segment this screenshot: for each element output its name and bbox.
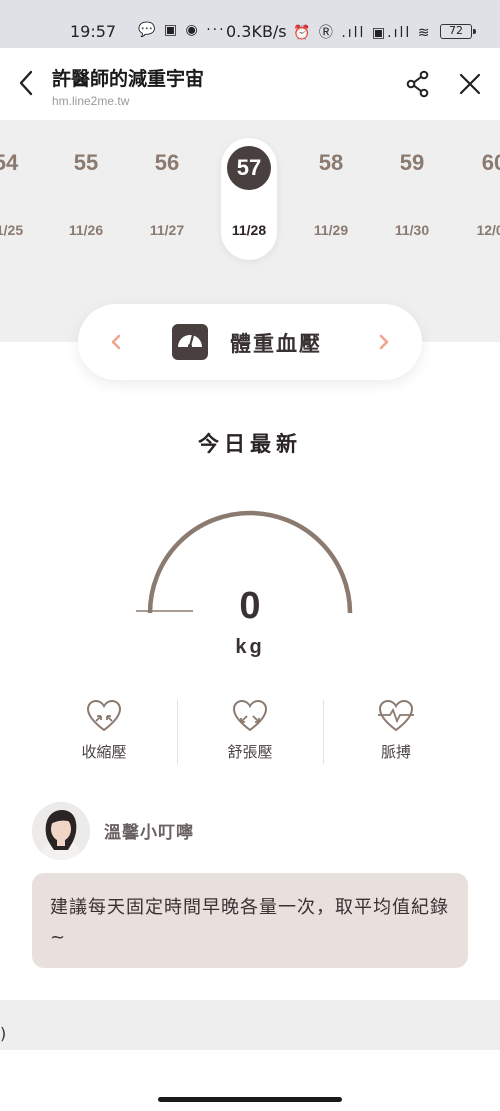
heart-pulse-icon [378,699,414,732]
chevron-left-icon [111,334,121,350]
page-title: 許醫師的減重宇宙 [52,68,205,90]
day-number: 56 [154,150,180,175]
day-date: 11/29 [313,222,349,238]
avatar [32,802,90,860]
weight-unit: kg [235,636,265,658]
day-date: 11/25 [0,222,24,238]
tip-author: 溫馨小叮嚀 [104,823,194,843]
day-number: 55 [73,150,99,175]
notification-icons: 💬 ▣ ◉ ··· [138,22,226,38]
share-icon [406,70,429,98]
pulse-label: 脈搏 [380,743,411,761]
home-indicator[interactable] [158,1097,342,1102]
day-date: 12/01 [476,222,500,238]
chevron-left-icon [19,70,33,96]
battery-icon: 72 [440,24,476,39]
day-number: 60 [481,150,500,175]
previous-category-button[interactable] [106,328,126,356]
day-number: 58 [318,150,344,175]
systolic-metric[interactable]: 收縮壓 [31,695,177,770]
scale-icon [170,322,210,362]
status-bar: 19:57 💬 ▣ ◉ ··· 0.3KB/s ⏰ Ⓡ .ıll ▣.ıll ≋… [0,0,500,48]
category-label: 體重血壓 [230,332,322,356]
day-number: 54 [0,150,19,175]
systolic-label: 收縮壓 [81,743,127,761]
day-date: 11/30 [394,222,430,238]
diastolic-label: 舒張壓 [227,743,273,761]
tip-bubble: 建議每天固定時間早晚各量一次，取平均值紀錄~ [32,873,468,968]
app-header: 許醫師的減重宇宙 hm.line2me.tw [0,48,500,120]
system-icons: ⏰ Ⓡ .ıll ▣.ıll ≋ [293,25,432,41]
status-time: 19:57 [70,22,117,41]
weight-value: 0 [239,585,261,627]
bottom-band [0,1000,500,1050]
diastolic-metric[interactable]: 舒張壓 [177,695,323,770]
share-button[interactable] [402,68,434,100]
chevron-right-icon [379,334,389,350]
day-number: 57 [227,146,271,190]
section-title: 今日最新 [198,432,302,456]
network-speed: 0.3KB/s [226,22,287,41]
day-number: 59 [399,150,425,175]
page-url: hm.line2me.tw [52,94,130,108]
pulse-metric[interactable]: 脈搏 [323,695,469,770]
close-button[interactable] [454,68,486,100]
day-date: 11/26 [68,222,104,238]
day-date: 11/27 [149,222,185,238]
back-button[interactable] [10,66,44,100]
day-date: 11/28 [231,222,267,238]
heart-arrows-out-icon [232,699,268,732]
close-icon [459,73,481,95]
footer-glyph: ) [0,1024,7,1043]
next-category-button[interactable] [374,328,394,356]
heart-arrows-in-icon [86,699,122,732]
category-switcher: 體重血壓 [78,304,422,380]
